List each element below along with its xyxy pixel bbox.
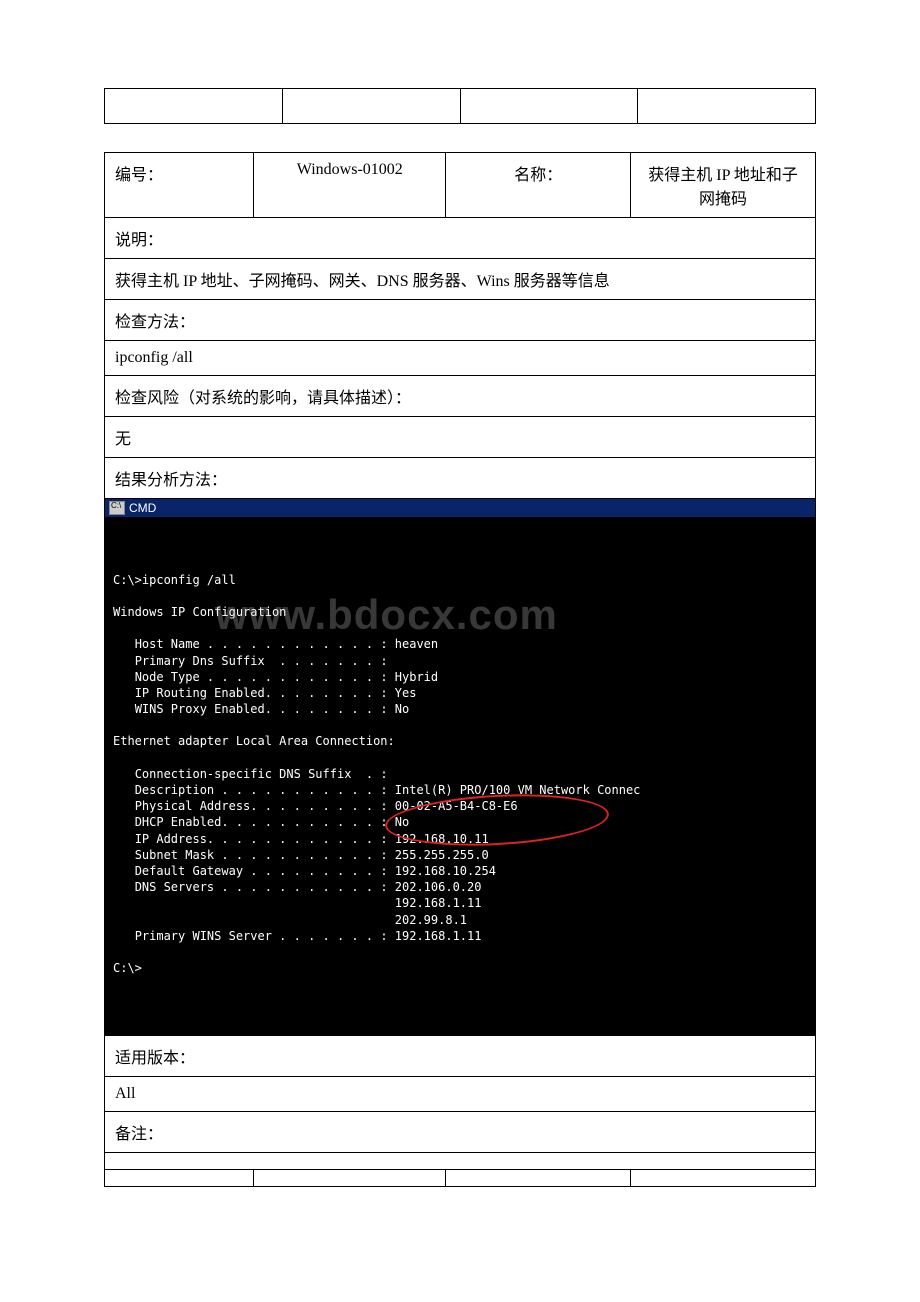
desc-label: 说明： [105, 218, 816, 259]
cmd-title-text: CMD [129, 501, 156, 515]
terminal-cell: CMD www.bdocx.com C:\>ipconfig /all Wind… [105, 499, 816, 1036]
notes-label: 备注： [105, 1111, 816, 1152]
method-label: 检查方法： [105, 300, 816, 341]
cmd-terminal: www.bdocx.com C:\>ipconfig /all Windows … [105, 517, 815, 1035]
desc-text: 获得主机 IP 地址、子网掩码、网关、DNS 服务器、Wins 服务器等信息 [105, 259, 816, 300]
cmd-icon [109, 501, 125, 515]
top-empty-table [104, 88, 816, 124]
notes-text [105, 1152, 816, 1169]
result-label: 结果分析方法： [105, 458, 816, 499]
bottom-row [105, 1169, 816, 1186]
label-id: 编号： [105, 153, 254, 218]
label-name: 名称： [446, 153, 631, 218]
header-row: 编号： Windows-01002 名称： 获得主机 IP 地址和子网掩码 [105, 153, 816, 218]
top-cell-1 [105, 89, 283, 124]
top-cell-4 [638, 89, 816, 124]
document-page: 编号： Windows-01002 名称： 获得主机 IP 地址和子网掩码 说明… [0, 0, 920, 1302]
top-cell-2 [282, 89, 460, 124]
version-text: All [105, 1076, 816, 1111]
cmd-titlebar: CMD [105, 499, 815, 517]
risk-label: 检查风险（对系统的影响，请具体描述）： [105, 376, 816, 417]
value-name: 获得主机 IP 地址和子网掩码 [631, 153, 816, 218]
version-label: 适用版本： [105, 1035, 816, 1076]
value-id: Windows-01002 [254, 153, 446, 218]
terminal-output: C:\>ipconfig /all Windows IP Configurati… [113, 572, 807, 977]
bottom-cell-3 [446, 1169, 631, 1186]
bottom-cell-2 [254, 1169, 446, 1186]
risk-text: 无 [105, 417, 816, 458]
bottom-cell-1 [105, 1169, 254, 1186]
main-table: 编号： Windows-01002 名称： 获得主机 IP 地址和子网掩码 说明… [104, 152, 816, 1187]
method-text: ipconfig /all [105, 341, 816, 376]
bottom-cell-4 [631, 1169, 816, 1186]
top-cell-3 [460, 89, 638, 124]
